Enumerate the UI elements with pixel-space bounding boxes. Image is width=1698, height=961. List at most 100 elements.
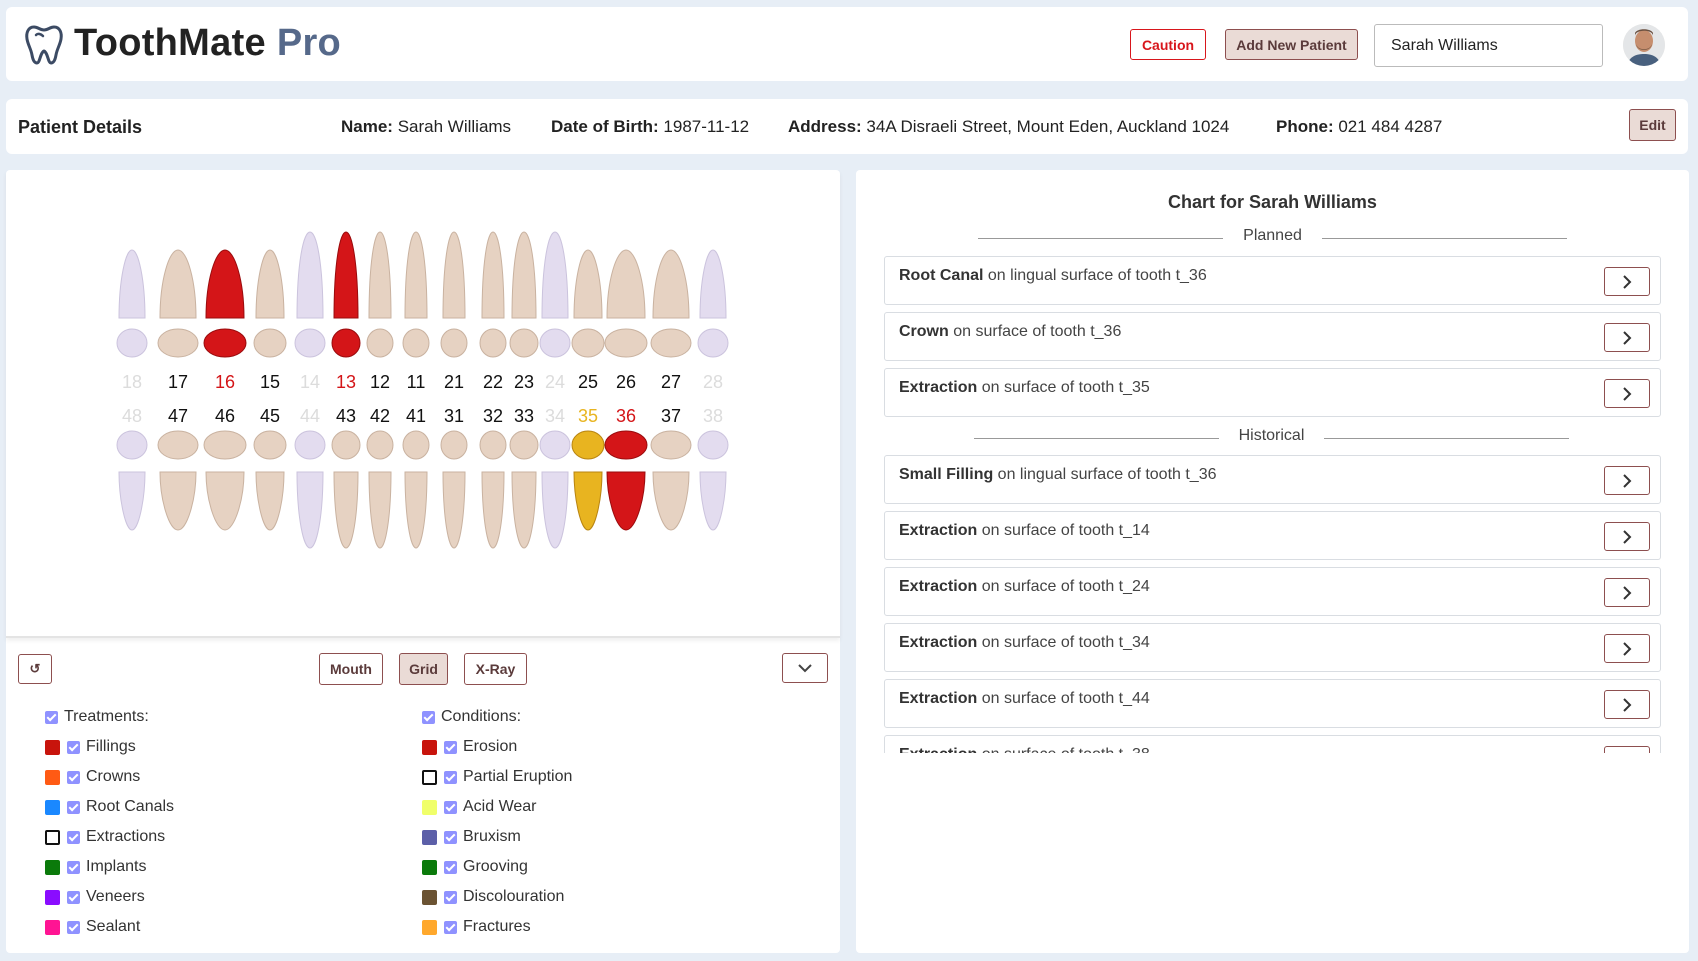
open-entry-button[interactable] [1604, 634, 1650, 663]
upper-tooth-23[interactable] [511, 231, 537, 319]
upper-tooth-crown-16[interactable] [203, 328, 247, 358]
upper-tooth-28[interactable] [699, 249, 727, 319]
chart-entry[interactable]: Small Filling on lingual surface of toot… [884, 455, 1661, 504]
condition-legend-item[interactable]: Grooving [422, 858, 528, 876]
tab-mouth[interactable]: Mouth [319, 653, 383, 685]
lower-tooth-38[interactable] [699, 471, 727, 531]
historical-scroll-area[interactable]: Small Filling on lingual surface of toot… [856, 453, 1689, 753]
upper-tooth-crown-17[interactable] [157, 328, 199, 358]
lower-tooth-crown-41[interactable] [402, 430, 430, 460]
upper-tooth-13[interactable] [333, 231, 359, 319]
upper-tooth-crown-15[interactable] [253, 328, 287, 358]
condition-legend-item[interactable]: Erosion [422, 738, 517, 756]
upper-tooth-22[interactable] [481, 231, 505, 319]
upper-tooth-crown-23[interactable] [509, 328, 539, 358]
lower-tooth-crown-45[interactable] [253, 430, 287, 460]
chart-entry[interactable]: Extraction on surface of tooth t_14 [884, 511, 1661, 560]
upper-tooth-26[interactable] [606, 249, 646, 319]
treatment-checkbox[interactable] [67, 800, 80, 814]
lower-tooth-31[interactable] [442, 471, 466, 549]
upper-tooth-11[interactable] [404, 231, 428, 319]
treatment-checkbox[interactable] [67, 770, 80, 784]
lower-tooth-crown-38[interactable] [697, 430, 729, 460]
upper-tooth-crown-12[interactable] [366, 328, 394, 358]
lower-tooth-36[interactable] [606, 471, 646, 531]
conditions-toggle[interactable]: Conditions: [422, 708, 521, 726]
condition-checkbox[interactable] [444, 830, 457, 844]
caution-button[interactable]: Caution [1130, 29, 1206, 60]
open-entry-button[interactable] [1604, 267, 1650, 296]
lower-tooth-crown-37[interactable] [650, 430, 692, 460]
lower-tooth-42[interactable] [368, 471, 392, 549]
lower-tooth-32[interactable] [481, 471, 505, 549]
condition-legend-item[interactable]: Fractures [422, 918, 531, 936]
upper-tooth-crown-11[interactable] [402, 328, 430, 358]
user-avatar[interactable] [1623, 24, 1665, 66]
treatment-checkbox[interactable] [67, 920, 80, 934]
treatment-legend-item[interactable]: Fillings [45, 738, 136, 756]
upper-tooth-crown-18[interactable] [116, 328, 148, 358]
upper-tooth-18[interactable] [118, 249, 146, 319]
treatment-legend-item[interactable]: Sealant [45, 918, 140, 936]
upper-tooth-21[interactable] [442, 231, 466, 319]
treatments-toggle[interactable]: Treatments: [45, 708, 149, 726]
open-entry-button[interactable] [1604, 379, 1650, 408]
condition-legend-item[interactable]: Bruxism [422, 828, 521, 846]
lower-tooth-48[interactable] [118, 471, 146, 531]
lower-tooth-46[interactable] [205, 471, 245, 531]
lower-tooth-33[interactable] [511, 471, 537, 549]
upper-tooth-27[interactable] [652, 249, 690, 319]
treatment-checkbox[interactable] [67, 890, 80, 904]
upper-tooth-12[interactable] [368, 231, 392, 319]
treatment-legend-item[interactable]: Crowns [45, 768, 140, 786]
upper-tooth-crown-28[interactable] [697, 328, 729, 358]
lower-tooth-crown-35[interactable] [571, 430, 605, 460]
upper-tooth-24[interactable] [541, 231, 569, 319]
lower-tooth-crown-42[interactable] [366, 430, 394, 460]
condition-checkbox[interactable] [444, 800, 457, 814]
condition-checkbox[interactable] [444, 920, 457, 934]
upper-tooth-crown-25[interactable] [571, 328, 605, 358]
lower-tooth-crown-43[interactable] [331, 430, 361, 460]
tab-grid[interactable]: Grid [399, 653, 448, 685]
chart-entry[interactable]: Extraction on surface of tooth t_38 [884, 735, 1661, 753]
lower-tooth-crown-33[interactable] [509, 430, 539, 460]
treatment-legend-item[interactable]: Implants [45, 858, 146, 876]
reset-view-button[interactable]: ↺ [18, 654, 52, 684]
condition-checkbox[interactable] [444, 740, 457, 754]
lower-tooth-crown-31[interactable] [440, 430, 468, 460]
open-entry-button[interactable] [1604, 466, 1650, 495]
tab-xray[interactable]: X-Ray [464, 653, 527, 685]
lower-tooth-crown-34[interactable] [539, 430, 571, 460]
treatment-checkbox[interactable] [67, 860, 80, 874]
treatment-legend-item[interactable]: Veneers [45, 888, 145, 906]
lower-tooth-34[interactable] [541, 471, 569, 549]
condition-checkbox[interactable] [444, 770, 457, 784]
lower-tooth-44[interactable] [296, 471, 324, 549]
condition-legend-item[interactable]: Discolouration [422, 888, 564, 906]
open-entry-button[interactable] [1604, 323, 1650, 352]
lower-tooth-43[interactable] [333, 471, 359, 549]
lower-tooth-37[interactable] [652, 471, 690, 531]
patient-search-input[interactable] [1374, 24, 1603, 67]
upper-tooth-15[interactable] [255, 249, 285, 319]
upper-tooth-crown-13[interactable] [331, 328, 361, 358]
lower-tooth-crown-48[interactable] [116, 430, 148, 460]
lower-tooth-35[interactable] [573, 471, 603, 531]
open-entry-button[interactable] [1604, 578, 1650, 607]
chart-entry[interactable]: Extraction on surface of tooth t_35 [884, 368, 1661, 417]
chart-entry[interactable]: Root Canal on lingual surface of tooth t… [884, 256, 1661, 305]
lower-tooth-crown-47[interactable] [157, 430, 199, 460]
lower-tooth-41[interactable] [404, 471, 428, 549]
condition-checkbox[interactable] [444, 860, 457, 874]
upper-tooth-crown-27[interactable] [650, 328, 692, 358]
treatment-checkbox[interactable] [67, 830, 80, 844]
treatments-checkbox[interactable] [45, 710, 58, 724]
add-new-patient-button[interactable]: Add New Patient [1225, 29, 1358, 60]
upper-tooth-crown-24[interactable] [539, 328, 571, 358]
lower-tooth-crown-46[interactable] [203, 430, 247, 460]
open-entry-button[interactable] [1604, 522, 1650, 551]
treatment-legend-item[interactable]: Extractions [45, 828, 165, 846]
edit-patient-button[interactable]: Edit [1629, 109, 1676, 141]
upper-tooth-16[interactable] [205, 249, 245, 319]
